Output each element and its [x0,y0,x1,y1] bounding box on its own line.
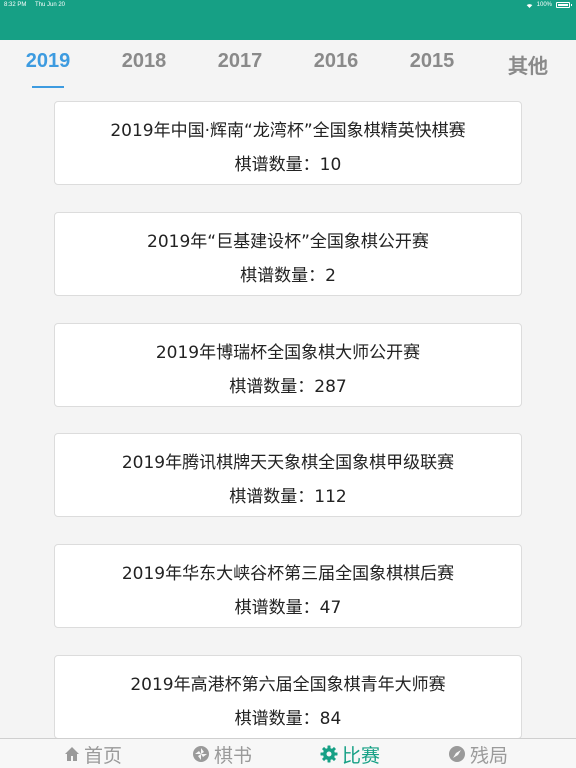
tournament-title: 2019年博瑞杯全国象棋大师公开赛 [155,343,421,363]
status-bar: 8:32 PM Thu Jun 20 100% [0,0,576,40]
tournament-title: 2019年“巨基建设杯”全国象棋公开赛 [147,232,429,252]
active-tab-indicator [32,86,64,88]
tab-2016[interactable]: 2016 [296,50,376,80]
battery-icon [556,2,572,8]
tab-2015[interactable]: 2015 [392,50,472,80]
tournament-title: 2019年高港杯第六届全国象棋青年大师赛 [130,675,446,695]
app-screen: 8:32 PM Thu Jun 20 100% 2019 2018 2017 2… [0,0,576,768]
tab-other[interactable]: 其他 [488,50,568,80]
tournament-card[interactable]: 2019年华东大峡谷杯第三届全国象棋棋后赛 棋谱数量：47 [54,544,522,628]
record-count: 棋谱数量：2 [55,261,521,286]
gear-icon [320,745,338,763]
tournament-card[interactable]: 2019年“巨基建设杯”全国象棋公开赛 棋谱数量：2 [54,212,522,296]
record-count: 棋谱数量：287 [55,372,521,397]
record-count-value: 2 [325,266,336,286]
nav-matches-label: 比赛 [342,744,381,767]
tournament-list[interactable]: 2019年中国·辉南“龙湾杯”全国象棋精英快棋赛 棋谱数量：10 2019年“巨… [0,90,576,738]
record-count-value: 84 [319,709,342,729]
record-count: 棋谱数量：47 [55,593,521,618]
wifi-icon [526,3,532,8]
record-count: 棋谱数量：84 [55,704,521,729]
status-date: Thu Jun 20 [35,2,66,8]
battery-percent: 100% [536,2,552,8]
nav-endgame[interactable]: 残局 [448,742,509,767]
record-count-value: 47 [319,598,342,618]
record-count-label: 棋谱数量： [234,155,320,175]
status-indicators: 100% [526,2,572,8]
nav-books-label: 棋书 [214,744,253,767]
tournament-card[interactable]: 2019年高港杯第六届全国象棋青年大师赛 棋谱数量：84 [54,655,522,738]
record-count-label: 棋谱数量： [240,266,326,286]
record-count-label: 棋谱数量： [234,709,320,729]
bottom-nav: 首页 棋书 比赛 残局 [0,738,576,768]
tournament-title: 2019年中国·辉南“龙湾杯”全国象棋精英快棋赛 [110,121,466,141]
year-tabs: 2019 2018 2017 2016 2015 其他 [0,40,576,90]
tab-2017[interactable]: 2017 [200,50,280,80]
aperture-icon [193,746,209,762]
tournament-title: 2019年华东大峡谷杯第三届全国象棋棋后赛 [121,564,455,584]
tournament-title: 2019年腾讯棋牌天天象棋全国象棋甲级联赛 [121,453,455,473]
tournament-card[interactable]: 2019年腾讯棋牌天天象棋全国象棋甲级联赛 棋谱数量：112 [54,433,522,517]
tab-2018[interactable]: 2018 [104,50,184,80]
record-count-label: 棋谱数量： [234,598,320,618]
home-icon [65,747,79,761]
record-count-label: 棋谱数量： [229,487,315,507]
nav-matches[interactable]: 比赛 [320,742,381,767]
record-count-value: 10 [319,155,342,175]
tab-2019[interactable]: 2019 [8,50,88,80]
tournament-card[interactable]: 2019年博瑞杯全国象棋大师公开赛 棋谱数量：287 [54,323,522,407]
record-count-value: 112 [314,487,347,507]
record-count-label: 棋谱数量： [229,377,315,397]
record-count-value: 287 [314,377,347,397]
status-time: 8:32 PM [4,2,27,8]
compass-icon [449,746,465,762]
nav-home-label: 首页 [84,744,123,767]
nav-books[interactable]: 棋书 [192,742,253,767]
record-count: 棋谱数量：112 [55,482,521,507]
nav-home[interactable]: 首页 [64,742,123,767]
tournament-card[interactable]: 2019年中国·辉南“龙湾杯”全国象棋精英快棋赛 棋谱数量：10 [54,101,522,185]
nav-endgame-label: 残局 [470,744,509,767]
record-count: 棋谱数量：10 [55,150,521,175]
